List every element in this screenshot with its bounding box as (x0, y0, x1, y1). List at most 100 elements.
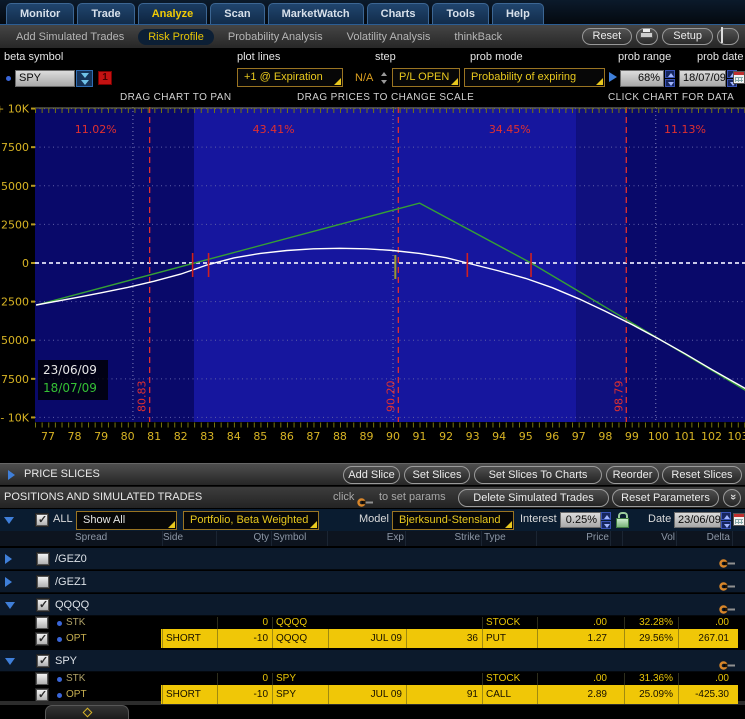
column-header-price[interactable]: Price (539, 532, 609, 543)
expand-arrow-icon[interactable] (609, 72, 617, 82)
risk-profile-chart[interactable]: 80.8390.2098.7911.02%43.41%34.45%11.13%+… (0, 104, 745, 450)
group-checkbox[interactable] (37, 599, 49, 611)
reorder-button[interactable]: Reorder (606, 466, 659, 484)
delete-simulated-trades-button[interactable]: Delete Simulated Trades (458, 489, 609, 507)
group-row-gez0[interactable]: /GEZ0 (0, 548, 745, 570)
probability-band (194, 107, 576, 422)
tab-scan[interactable]: Scan (210, 3, 264, 24)
setup-button[interactable]: Setup (662, 28, 713, 45)
tab-help[interactable]: Help (492, 3, 544, 24)
column-header-qty[interactable]: Qty (217, 532, 269, 543)
reset-slices-button[interactable]: Reset Slices (662, 466, 742, 484)
set-slices-to-charts-button[interactable]: Set Slices To Charts (474, 466, 602, 484)
cell-price: 1.27 (537, 629, 610, 648)
expand-group-icon[interactable] (5, 554, 12, 564)
tab-analyze[interactable]: Analyze (138, 3, 208, 24)
set-slices-button[interactable]: Set Slices (404, 466, 470, 484)
model-dropdown[interactable]: Bjerksund-Stensland (392, 511, 514, 530)
price-slices-title: PRICE SLICES (24, 468, 100, 480)
interest-input[interactable]: 0.25% (560, 512, 601, 528)
window-button[interactable] (717, 28, 739, 45)
beta-symbol-dropdown-button[interactable] (76, 70, 93, 87)
x-tick-label: 79 (94, 430, 108, 443)
toolbar-item-risk-profile[interactable]: Risk Profile (138, 29, 214, 45)
column-separator (405, 531, 406, 546)
toolbar-item-add-simulated-trades[interactable]: Add Simulated Trades (6, 29, 134, 45)
lock-icon[interactable] (616, 512, 627, 526)
print-button[interactable] (636, 28, 658, 45)
prob-date-label: prob date (697, 51, 743, 63)
parameter-strip: beta symbol plot lines step prob mode pr… (0, 48, 745, 92)
group-row-spy[interactable]: SPY (0, 650, 745, 672)
prob-range-stepper[interactable] (665, 70, 675, 87)
group-checkbox[interactable] (37, 655, 49, 667)
position-row-spy-stk[interactable]: STK0SPYSTOCK.0031.36%.00 (0, 673, 745, 685)
expand-group-icon[interactable] (5, 577, 12, 587)
column-header-exp[interactable]: Exp (330, 532, 404, 543)
column-header-vol[interactable]: Vol (624, 532, 675, 543)
group-symbol: SPY (55, 650, 77, 672)
chart-svg[interactable]: 80.8390.2098.7911.02%43.41%34.45%11.13%+… (0, 104, 745, 450)
chart-background (35, 107, 745, 422)
group-checkbox[interactable] (37, 576, 49, 588)
row-checkbox[interactable] (36, 633, 48, 645)
tab-trade[interactable]: Trade (77, 3, 134, 24)
expand-price-slices-icon[interactable] (8, 470, 15, 480)
step-stepper[interactable] (381, 72, 388, 84)
cell-type: PUT (482, 629, 536, 648)
slice-price-label: 80.83 (136, 381, 149, 413)
x-tick-label: 91 (413, 430, 427, 443)
calendar-icon-2[interactable] (733, 513, 745, 526)
calendar-icon[interactable] (733, 71, 745, 84)
toolbar-item-volatility-analysis[interactable]: Volatility Analysis (337, 29, 441, 45)
prob-mode-dropdown[interactable]: Probability of expiring (464, 68, 605, 87)
prob-date-input[interactable]: 18/07/09 (679, 70, 726, 87)
tab-marketwatch[interactable]: MarketWatch (268, 3, 364, 24)
interest-stepper[interactable] (601, 512, 611, 528)
column-header-symbol[interactable]: Symbol (273, 532, 306, 543)
group-checkbox[interactable] (37, 553, 49, 565)
window-icon (721, 27, 723, 43)
tab-monitor[interactable]: Monitor (6, 3, 74, 24)
trade-date-stepper[interactable] (721, 512, 731, 528)
row-checkbox[interactable] (36, 617, 48, 629)
column-header-spread[interactable]: Spread (75, 532, 107, 543)
pl-mode-dropdown[interactable]: P/L OPEN (392, 68, 460, 87)
collapse-panel-button[interactable]: » (723, 489, 741, 507)
beta-symbol-input[interactable]: SPY (15, 70, 75, 87)
column-separator (271, 531, 272, 546)
all-checkbox[interactable] (36, 514, 48, 526)
column-header-strike[interactable]: Strike (408, 532, 480, 543)
position-row-qqqq-stk[interactable]: STK0QQQQSTOCK.0032.28%.00 (0, 617, 745, 629)
group-row-qqqq[interactable]: QQQQ (0, 594, 745, 616)
main-tab-bar: MonitorTradeAnalyzeScanMarketWatchCharts… (0, 0, 745, 25)
row-checkbox[interactable] (36, 689, 48, 701)
x-tick-label: 84 (227, 430, 241, 443)
group-symbol: /GEZ1 (55, 571, 87, 593)
row-checkbox[interactable] (36, 673, 48, 685)
column-header-delta[interactable]: Delta (678, 532, 730, 543)
add-slice-button[interactable]: Add Slice (343, 466, 400, 484)
collapse-all-icon[interactable] (4, 517, 14, 524)
diamond-icon (82, 708, 92, 718)
panel-handle[interactable] (45, 705, 129, 719)
toolbar-item-probability-analysis[interactable]: Probability Analysis (218, 29, 333, 45)
group-row-gez1[interactable]: /GEZ1 (0, 571, 745, 593)
column-header-side[interactable]: Side (163, 532, 183, 543)
instrument-dot-icon (57, 621, 62, 626)
trade-date-input[interactable]: 23/06/09 (674, 512, 721, 528)
collapse-group-icon[interactable] (5, 602, 15, 609)
interest-label: Interest (520, 513, 557, 525)
plot-lines-dropdown[interactable]: +1 @ Expiration (237, 68, 343, 87)
tab-tools[interactable]: Tools (432, 3, 489, 24)
collapse-group-icon[interactable] (5, 658, 15, 665)
reset-button[interactable]: Reset (582, 28, 633, 45)
column-header-type[interactable]: Type (484, 532, 506, 543)
toolbar-item-thinkback[interactable]: thinkBack (444, 29, 512, 45)
show-filter-dropdown[interactable]: Show All (76, 511, 177, 530)
reset-parameters-button[interactable]: Reset Parameters (612, 489, 719, 507)
grouping-dropdown[interactable]: Portfolio, Beta Weighted (183, 511, 319, 530)
tab-charts[interactable]: Charts (367, 3, 430, 24)
position-row-qqqq-opt[interactable]: OPTSHORT-10QQQQJUL 0936PUT1.2729.56%267.… (0, 629, 745, 648)
prob-range-input[interactable]: 68% (620, 70, 664, 87)
